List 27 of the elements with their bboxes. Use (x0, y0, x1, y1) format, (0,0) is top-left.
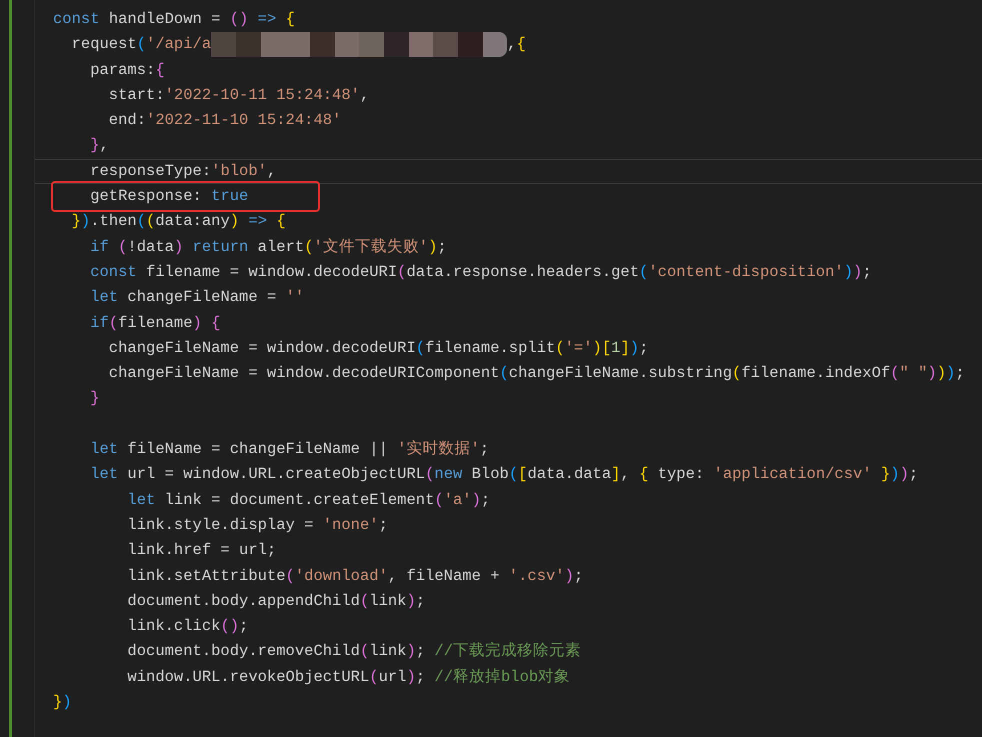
code-line: link.style.display = 'none'; (126, 514, 388, 536)
code-line: responseType:'blob', (89, 160, 276, 182)
code-line: ,{ (507, 34, 526, 56)
code-line: params:{ (89, 60, 165, 81)
code-line: end:'2022-11-10 15:24:48' (108, 110, 342, 132)
code-line: changeFileName = window.decodeURIComponent(changeFileName.substring(filename.indexOf(" "))); (108, 363, 965, 384)
code-line: let url = window.URL.createObjectURL(new Blob([data.data], { type: 'application/csv' })); (89, 464, 918, 486)
code-line: if (!data) return alert('文件下载失败'); (89, 236, 447, 258)
code-line: window.URL.revokeObjectURL(url); //释放掉blob对象 (126, 666, 570, 688)
code-line: document.body.appendChild(link); (126, 590, 426, 612)
code-line: link.setAttribute('download', fileName + '.csv'); (126, 566, 584, 587)
code-line: link.click(); (126, 616, 248, 638)
code-line: }).then((data:any) => { (70, 211, 286, 232)
code-line: let fileName = changeFileName || '实时数据'; (89, 439, 490, 460)
code-line: let link = document.createElement('a'); (126, 490, 490, 511)
code-line: let changeFileName = '' (89, 287, 304, 308)
code-line: if(filename) { (89, 312, 220, 334)
code-line: link.href = url; (126, 540, 276, 562)
code-line: const handleDown = () => { (53, 9, 295, 30)
code-line: changeFileName = window.decodeURI(filename.split('=')[1]); (108, 338, 648, 359)
code-line: } (89, 388, 100, 410)
code-line: }) (53, 692, 72, 714)
code-line: }, (89, 135, 109, 156)
code-line: request('/api/a (70, 34, 212, 56)
code-line: document.body.removeChild(link); //下载完成移除元素 (126, 641, 582, 662)
code-line: start:'2022-10-11 15:24:48', (108, 84, 370, 106)
code-line: const filename = window.decodeURI(data.response.headers.get('content-disposition')); (89, 262, 872, 283)
